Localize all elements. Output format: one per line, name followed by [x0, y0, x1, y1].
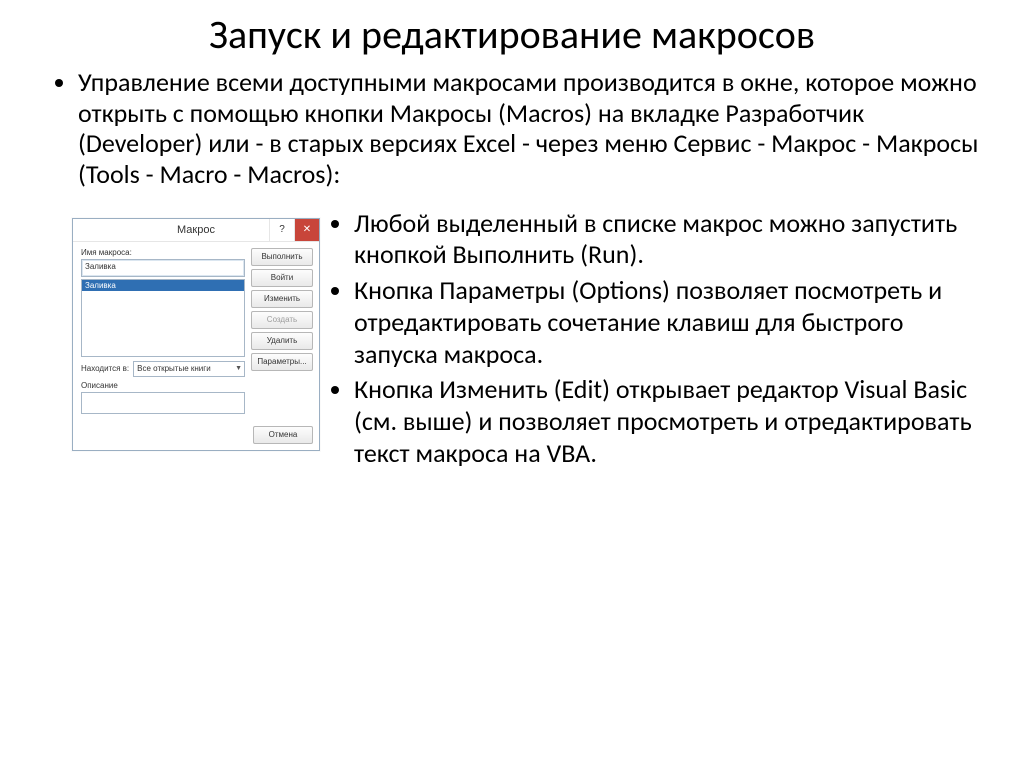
- macros-dialog: Макрос ? ✕ Имя макроса: Заливка Заливка …: [72, 218, 320, 451]
- help-button[interactable]: ?: [269, 219, 294, 241]
- bullet-edit: Кнопка Изменить (Edit) открывает редакто…: [354, 374, 984, 469]
- edit-button[interactable]: Изменить: [251, 290, 313, 308]
- create-button[interactable]: Создать: [251, 311, 313, 329]
- macro-list-selected-item[interactable]: Заливка: [82, 280, 244, 291]
- run-button[interactable]: Выполнить: [251, 248, 313, 266]
- located-in-label: Находится в:: [81, 364, 129, 373]
- bullet-options: Кнопка Параметры (Options) позволяет пос…: [354, 275, 984, 370]
- chevron-down-icon: ▼: [235, 365, 242, 372]
- description-box: [81, 392, 245, 414]
- cancel-button[interactable]: Отмена: [253, 426, 313, 444]
- macros-dialog-screenshot: Макрос ? ✕ Имя макроса: Заливка Заливка …: [72, 218, 320, 451]
- located-in-combo[interactable]: Все открытые книги ▼: [133, 361, 245, 377]
- options-button[interactable]: Параметры...: [251, 353, 313, 371]
- close-button[interactable]: ✕: [294, 219, 319, 241]
- delete-button[interactable]: Удалить: [251, 332, 313, 350]
- step-into-button[interactable]: Войти: [251, 269, 313, 287]
- dialog-title-text: Макрос: [177, 224, 215, 236]
- side-bullets: Любой выделенный в списке макрос можно з…: [326, 208, 984, 470]
- intro-text: Управление всеми доступными макросами пр…: [78, 67, 984, 190]
- page-title: Запуск и редактирование макросов: [40, 10, 984, 59]
- name-label: Имя макроса:: [81, 248, 245, 257]
- dialog-titlebar: Макрос ? ✕: [73, 219, 319, 242]
- description-label: Описание: [81, 381, 245, 390]
- intro-list: Управление всеми доступными макросами пр…: [40, 67, 984, 190]
- located-in-value: Все открытые книги: [137, 364, 211, 373]
- macro-name-input[interactable]: Заливка: [81, 259, 245, 277]
- macro-list[interactable]: Заливка: [81, 279, 245, 357]
- bullet-run: Любой выделенный в списке макрос можно з…: [354, 208, 984, 271]
